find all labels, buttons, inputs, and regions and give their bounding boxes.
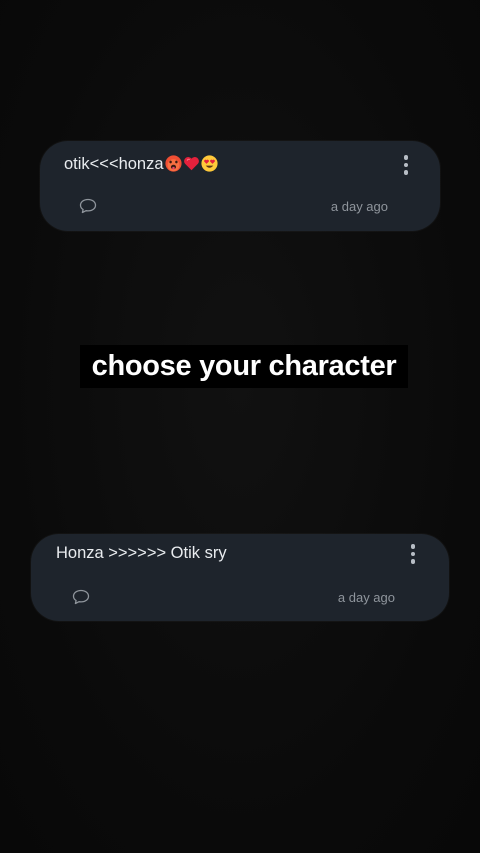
speech-bubble-icon[interactable] bbox=[79, 198, 97, 214]
screen: otik<<<honza a day ago choose your chara… bbox=[0, 0, 480, 853]
caption-text: choose your character bbox=[80, 345, 408, 388]
comment-card-top: otik<<<honza a day ago bbox=[40, 141, 440, 231]
hot-face-emoji-icon bbox=[164, 155, 182, 172]
comment-timestamp: a day ago bbox=[337, 590, 395, 605]
comment-body: Honza >>>>>> Otik sry bbox=[56, 544, 227, 562]
red-heart-emoji-icon bbox=[183, 157, 199, 171]
comment-text-bottom: Honza >>>>>> Otik sry bbox=[56, 544, 227, 563]
comment-timestamp: a day ago bbox=[330, 199, 388, 214]
heart-eyes-emoji-icon bbox=[200, 155, 218, 172]
comment-card-bottom: Honza >>>>>> Otik sry a day ago bbox=[31, 534, 449, 621]
speech-bubble-icon[interactable] bbox=[72, 589, 90, 605]
more-vertical-icon[interactable] bbox=[408, 544, 418, 568]
comment-body: otik<<<honza bbox=[64, 155, 164, 173]
comment-text-top: otik<<<honza bbox=[64, 155, 218, 174]
more-vertical-icon[interactable] bbox=[401, 155, 411, 179]
